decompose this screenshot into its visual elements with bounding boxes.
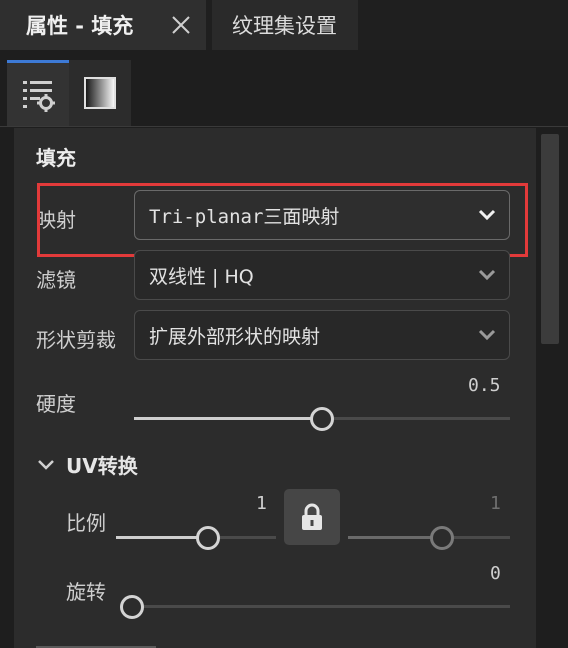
uv-transform-title: UV转换 [66,454,138,478]
hardness-label: 硬度 [36,392,76,416]
highlight-box [37,183,528,257]
next-section-header-partial [36,640,196,648]
close-icon[interactable] [170,14,192,36]
rotation-slider-track[interactable] [120,605,510,608]
property-icon-tabs [0,50,568,127]
properties-settings-tab[interactable] [7,60,69,126]
scrollbar-thumb[interactable] [541,134,559,344]
lock-icon [302,503,322,530]
rotation-label: 旋转 [66,580,106,604]
scale-slider-right-thumb[interactable] [430,526,454,550]
scale-slider-left-thumb[interactable] [196,526,220,550]
tab-texture-set-settings-label: 纹理集设置 [232,14,337,38]
chevron-down-icon [478,329,496,341]
filter-dropdown[interactable]: 双线性 | HQ [134,250,510,300]
tab-bar: 属性 - 填充 纹理集设置 [0,0,568,50]
scale-label: 比例 [66,511,106,535]
tab-texture-set-settings[interactable]: 纹理集设置 [212,0,358,50]
gradient-fill-icon [84,77,116,109]
filter-value: 双线性 | HQ [149,265,254,288]
hardness-value: 0.5 [468,375,501,396]
shape-crop-value: 扩展外部形状的映射 [149,325,321,348]
section-title-fill: 填充 [36,146,76,170]
scale-value-left: 1 [256,493,267,514]
tab-properties-fill[interactable]: 属性 - 填充 [0,0,206,50]
tab-properties-fill-label: 属性 - 填充 [26,14,134,38]
hardness-slider-fill [134,417,322,420]
chevron-down-icon [478,269,496,281]
scale-lock-button[interactable] [284,489,340,545]
gradient-fill-tab[interactable] [69,60,131,126]
scrollbar[interactable] [538,128,562,648]
hardness-slider-thumb[interactable] [310,407,334,431]
scale-slider-left-fill [116,536,208,539]
rotation-value: 0 [490,563,501,584]
shape-crop-dropdown[interactable]: 扩展外部形状的映射 [134,310,510,360]
scale-slider-right-fill [348,536,442,539]
scale-value-right: 1 [490,493,501,514]
filter-label: 滤镜 [36,268,76,292]
uv-transform-header[interactable]: UV转换 [36,450,138,479]
properties-settings-icon [23,80,55,112]
shape-crop-label: 形状剪裁 [36,328,116,352]
rotation-slider-thumb[interactable] [120,595,144,619]
chevron-down-icon [38,459,54,470]
